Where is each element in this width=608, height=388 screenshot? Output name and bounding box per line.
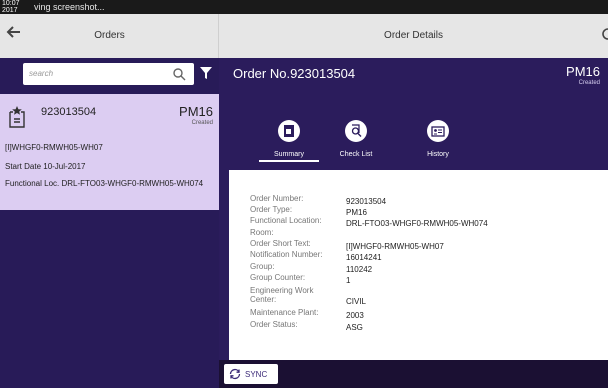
- detail-label: Group Counter:: [250, 273, 306, 282]
- status-time: 10:07 2017: [2, 0, 20, 14]
- detail-label: Room:: [250, 228, 274, 237]
- summary-content: Order Number: 923013504 Order Type: PM16…: [229, 170, 608, 360]
- orders-list-panel: search 923013504 PM16 Created [I]WHGF0-R…: [0, 58, 219, 360]
- order-type: PM16: [566, 64, 600, 79]
- detail-value: PM16: [346, 208, 367, 217]
- card-description: [I]WHGF0-RMWH05-WH07: [5, 143, 103, 152]
- detail-label: Functional Location:: [250, 216, 322, 225]
- history-icon-circle: [427, 120, 449, 142]
- card-order-status: Created: [191, 120, 213, 126]
- left-bottom-bar: [0, 360, 219, 388]
- orders-header: Orders: [0, 14, 219, 58]
- detail-value: 16014241: [346, 253, 382, 262]
- filter-icon[interactable]: [199, 66, 213, 80]
- detail-label: Order Status:: [250, 320, 298, 329]
- detail-label: Order Number:: [250, 194, 304, 203]
- tab-check-list[interactable]: Check List: [326, 120, 386, 168]
- detail-label: Order Short Text:: [250, 239, 311, 248]
- detail-label: Notification Number:: [250, 250, 323, 259]
- detail-label: Group:: [250, 262, 275, 271]
- tab-summary[interactable]: Summary: [259, 120, 319, 168]
- search-input[interactable]: search: [23, 63, 194, 85]
- tab-check-list-label: Check List: [339, 151, 373, 158]
- sync-label: SYNC: [245, 370, 268, 379]
- detail-value: DRL-FTO03-WHGF0-RMWH05-WH074: [346, 219, 488, 228]
- order-details-panel: Order No.923013504 PM16 Created Summary …: [219, 58, 608, 360]
- detail-value: 923013504: [346, 197, 387, 206]
- summary-icon-circle: [278, 120, 300, 142]
- detail-value: 1: [346, 276, 351, 285]
- order-list-item[interactable]: 923013504 PM16 Created [I]WHGF0-RMWH05-W…: [0, 94, 219, 210]
- starred-clipboard-icon: [9, 106, 25, 128]
- refresh-icon[interactable]: [600, 26, 608, 42]
- bottom-bar: SYNC: [219, 360, 608, 388]
- order-details-title: Order Details: [384, 30, 443, 41]
- tab-history-label: History: [427, 151, 449, 158]
- search-placeholder: search: [29, 69, 54, 78]
- status-notice: ving screenshot...: [34, 2, 105, 12]
- detail-value: 110242: [346, 265, 373, 274]
- tab-history[interactable]: History: [408, 120, 468, 168]
- checklist-search-icon: [351, 124, 362, 137]
- order-status: Created: [578, 80, 600, 86]
- checklist-icon-circle: [345, 120, 367, 142]
- sync-icon: [229, 368, 241, 380]
- detail-label: Order Type:: [250, 205, 293, 214]
- detail-value: CIVIL: [346, 297, 367, 306]
- card-start-date: Start Date 10-Jul-2017: [5, 162, 86, 171]
- detail-value: ASG: [346, 323, 363, 332]
- tab-summary-label: Summary: [259, 151, 319, 162]
- orders-title: Orders: [94, 30, 125, 41]
- order-details-header: Order Details: [219, 14, 608, 58]
- search-icon[interactable]: [172, 67, 186, 81]
- detail-value: [I]WHGF0-RMWH05-WH07: [346, 242, 444, 251]
- card-functional-location: Functional Loc. DRL-FTO03-WHGF0-RMWH05-W…: [5, 179, 204, 188]
- sync-button[interactable]: SYNC: [224, 364, 278, 384]
- detail-value: 2003: [346, 311, 364, 320]
- status-bar: 10:07 2017 ving screenshot...: [0, 0, 608, 14]
- order-title: Order No.923013504: [233, 66, 356, 81]
- card-order-number: 923013504: [41, 106, 97, 118]
- card-order-type: PM16: [179, 104, 213, 119]
- app-window: 10:07 2017 ving screenshot... Orders Ord…: [0, 0, 608, 388]
- detail-label: Maintenance Plant:: [250, 308, 319, 317]
- detail-label: Engineering Work Center:: [250, 286, 314, 304]
- history-card-icon: [431, 126, 445, 137]
- summary-icon: [284, 125, 294, 137]
